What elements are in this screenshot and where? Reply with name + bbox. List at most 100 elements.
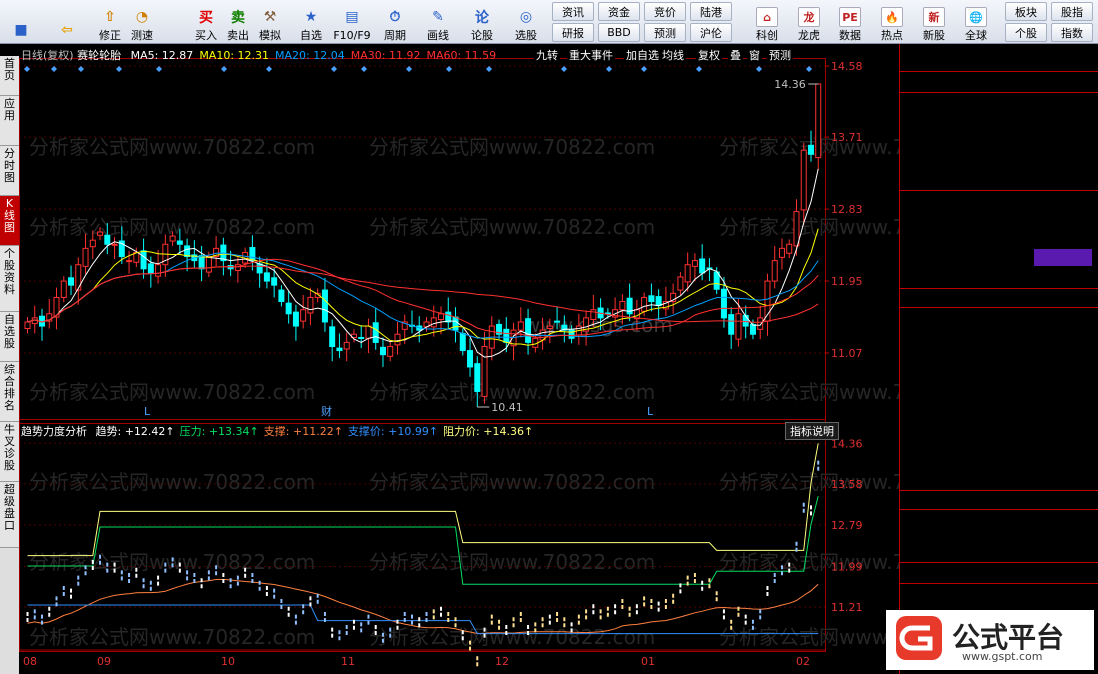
pencil-button[interactable]: ✎ 画线 — [423, 2, 453, 42]
event-marker[interactable]: L — [144, 405, 151, 418]
chart-toolbar-button[interactable]: 窗 — [747, 47, 762, 63]
event-marker-icon[interactable] — [641, 66, 647, 72]
event-marker-icon[interactable] — [446, 66, 452, 72]
watermark-text: 分析家公式网www.70822.com — [29, 135, 315, 159]
buy-level-row[interactable] — [900, 230, 1098, 248]
toolbar-button-label: 科创 — [756, 29, 778, 42]
event-marker-icon[interactable] — [78, 66, 84, 72]
sell-level-row[interactable] — [900, 94, 1098, 112]
buy-button[interactable]: 买买入 — [191, 2, 221, 42]
toolbar-small-button[interactable]: 资金 — [598, 2, 640, 21]
candle-body — [365, 325, 372, 339]
event-marker-icon[interactable] — [406, 66, 412, 72]
toolbar-small-button[interactable]: 竞价 — [644, 2, 686, 21]
chart-toolbar-button[interactable]: 九转 — [534, 47, 560, 63]
buy-level-row[interactable] — [900, 192, 1098, 210]
kechuang-button[interactable]: ⌂ 科创 — [750, 2, 784, 42]
left-tab[interactable]: 个股资料 — [0, 246, 19, 312]
chart-toolbar-button[interactable]: 加自选 — [624, 47, 661, 63]
search-chart-button[interactable]: ◎ 选股 — [511, 2, 541, 42]
left-tab[interactable]: 超级盘口 — [0, 482, 19, 548]
f10-button[interactable]: ▤ F10/F9 — [333, 2, 370, 42]
toolbar-small-button[interactable]: 资讯 — [552, 2, 594, 21]
hammer-button[interactable]: ⚒ 模拟 — [255, 2, 285, 42]
event-marker-icon[interactable] — [696, 66, 702, 72]
event-marker[interactable]: 财 — [321, 404, 332, 418]
left-tab[interactable]: 首页 — [0, 56, 19, 96]
period-button[interactable]: ⏱ 周期 — [380, 2, 410, 42]
pe-button[interactable]: PE 数据 — [833, 2, 867, 42]
sell-level-row[interactable] — [900, 113, 1098, 131]
ma-legend-item: MA30: 11.92 — [350, 49, 421, 62]
sell-level-row[interactable] — [900, 151, 1098, 169]
toolbar-small-button[interactable]: 预测 — [644, 23, 686, 42]
toolbar-tab-button[interactable]: 板块 — [1005, 2, 1047, 21]
left-tab[interactable]: 综合排名 — [0, 362, 19, 422]
chart-toolbar-button[interactable]: 均线 — [660, 47, 686, 63]
candle-body — [452, 316, 459, 331]
kline-chart-area[interactable]: 分析家公式网www.70822.com 分析家公式网www.70822.com 分析… — [19, 44, 899, 674]
event-marker-icon[interactable] — [116, 66, 122, 72]
event-marker-icon[interactable] — [561, 66, 567, 72]
event-marker-icon[interactable] — [156, 66, 162, 72]
short-spirit-title[interactable] — [900, 491, 1098, 509]
left-tab[interactable]: 分时图 — [0, 146, 19, 196]
event-marker-icon[interactable] — [331, 66, 337, 72]
buy-level-row[interactable] — [900, 249, 1098, 267]
short-spirit-item[interactable] — [900, 511, 1098, 529]
back-arrow-button[interactable]: ⇦ — [52, 2, 82, 42]
short-spirit-item[interactable] — [900, 545, 1098, 563]
toolbar-small-button[interactable]: 研报 — [552, 23, 594, 42]
toolbar-small-button[interactable]: 沪伦 — [690, 23, 732, 42]
sell-level-row[interactable] — [900, 132, 1098, 150]
event-marker-icon[interactable] — [806, 66, 812, 72]
hot-button[interactable]: 🔥 热点 — [875, 2, 909, 42]
candle-body — [336, 347, 343, 352]
event-marker-icon[interactable] — [756, 66, 762, 72]
left-tab[interactable]: K线图 — [0, 196, 19, 246]
left-tab[interactable]: 应用 — [0, 96, 19, 146]
globe-button[interactable]: 🌐 全球 — [959, 2, 993, 42]
candle-body — [438, 313, 445, 321]
indicator-help-button[interactable]: 指标说明 — [785, 422, 839, 440]
ma-legend-item: MA5: 12.87 — [130, 49, 194, 62]
chart-toolbar-button[interactable]: 叠 — [728, 47, 743, 63]
event-marker-icon[interactable] — [24, 66, 30, 72]
event-marker[interactable]: L — [647, 405, 654, 418]
chart-toolbar-button[interactable]: 复权 — [696, 47, 722, 63]
sector-row[interactable] — [900, 564, 1098, 582]
buy-level-row[interactable] — [900, 268, 1098, 286]
chart-toolbar-button[interactable]: 重大事件 — [567, 47, 615, 63]
event-marker-icon[interactable] — [266, 66, 272, 72]
toolbar-tab-button[interactable]: 指数 — [1051, 23, 1093, 42]
toolbar-small-button[interactable]: 陆港 — [690, 2, 732, 21]
left-tab[interactable]: 牛叉诊股 — [0, 422, 19, 482]
forum-button[interactable]: 论论股 — [467, 2, 497, 42]
candle-body — [89, 239, 96, 248]
up-arrows-button[interactable]: ⇧ 修正 — [95, 2, 125, 42]
candle-body — [648, 295, 655, 303]
event-marker-icon[interactable] — [361, 66, 367, 72]
toolbar-small-button[interactable]: BBD — [598, 23, 640, 42]
chart-toolbar-button[interactable]: 预测 — [767, 47, 793, 63]
event-marker-icon[interactable] — [486, 66, 492, 72]
windows-button[interactable]: ■ — [6, 2, 36, 42]
short-spirit-item[interactable] — [900, 528, 1098, 546]
watermark-text: 分析家公式网www.70822.com — [369, 215, 655, 239]
toolbar-tab-button[interactable]: 个股 — [1005, 23, 1047, 42]
divider — [900, 190, 1098, 191]
newstock-button[interactable]: 新新股 — [917, 2, 951, 42]
dragon-button[interactable]: 龙龙虎 — [792, 2, 826, 42]
event-marker-icon[interactable] — [51, 66, 57, 72]
left-tab[interactable]: 自选股 — [0, 312, 19, 362]
sell-button[interactable]: 卖卖出 — [223, 2, 253, 42]
star-button[interactable]: ★ 自选 — [296, 2, 326, 42]
buy-level-row[interactable] — [900, 211, 1098, 229]
chart-canvas[interactable]: 分析家公式网www.70822.com 分析家公式网www.70822.com 分析… — [19, 44, 899, 674]
event-marker-icon[interactable] — [221, 66, 227, 72]
candle-body — [619, 301, 626, 311]
toolbar-tab-button[interactable]: 股指 — [1051, 2, 1093, 21]
event-marker-icon[interactable] — [606, 66, 612, 72]
sell-level-row[interactable] — [900, 170, 1098, 188]
clock-button[interactable]: ◔ 测速 — [127, 2, 157, 42]
